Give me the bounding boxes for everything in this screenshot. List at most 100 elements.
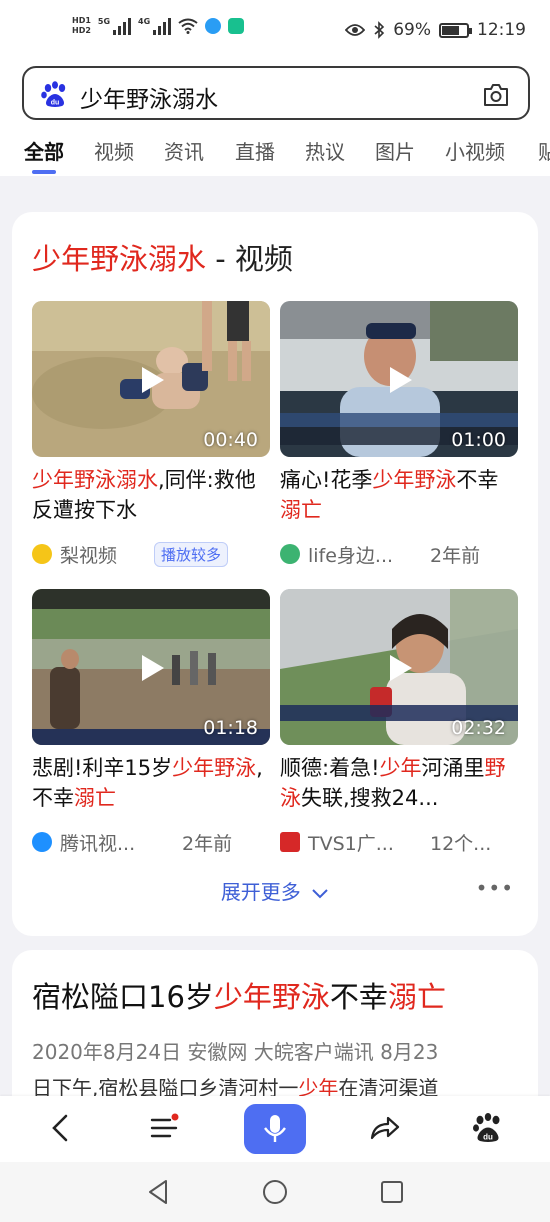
title-part: 河涌里 — [421, 756, 485, 780]
expand-more-button[interactable]: 展开更多 — [12, 876, 538, 905]
tab-video[interactable]: 视频 — [94, 136, 134, 165]
video-title[interactable]: 痛心!花季少年野泳不幸溺亡 — [280, 465, 518, 525]
article-meta: 2020年8月24日 安徽网 大皖客户端讯 8月23 — [32, 1040, 439, 1064]
video-title[interactable]: 悲剧!利辛15岁少年野泳,不幸溺亡 — [32, 753, 270, 813]
tvs1-channel-icon — [280, 832, 300, 852]
title-part: 痛心!花季 — [280, 468, 373, 492]
video-source: TVS1广... 12个... — [280, 827, 518, 857]
video-age: 2年前 — [182, 832, 233, 855]
title-part: 不幸 — [456, 468, 499, 492]
category-tabs: 全部 视频 资讯 直播 热议 图片 小视频 贴 — [0, 132, 550, 176]
play-icon[interactable] — [136, 364, 168, 396]
nav-back-icon[interactable] — [144, 1178, 172, 1206]
mic-icon — [264, 1115, 286, 1142]
signal-icon-2: 4G — [138, 17, 172, 35]
bluetooth-icon — [374, 21, 385, 39]
voice-search-button[interactable] — [244, 1104, 306, 1154]
article-title[interactable]: 宿松隘口16岁少年野泳不幸溺亡 — [32, 974, 446, 1016]
title-part: 少年野泳 — [172, 756, 257, 780]
nav-recents-icon[interactable] — [379, 1178, 405, 1206]
tab-all[interactable]: 全部 — [24, 136, 64, 165]
video-section-suffix: - 视频 — [206, 242, 293, 276]
source-name: 腾讯视... — [60, 832, 136, 855]
network-label-1: 5G — [97, 17, 111, 26]
video-thumbnail[interactable]: 01:18 — [32, 589, 270, 745]
ellipsis-icon[interactable]: ••• — [476, 876, 514, 900]
battery-icon — [439, 22, 472, 38]
app-notification-icon-2 — [228, 18, 245, 34]
video-source: life身边... 2年前 — [280, 539, 518, 569]
battery-fill — [442, 25, 459, 35]
app-header: HD1 HD2 5G 4G 69% 12:19 du 少年野泳溺水 全部 视频 … — [0, 0, 550, 176]
video-title[interactable]: 顺德:着急!少年河涌里野泳失联,搜救24... — [280, 753, 518, 813]
svg-text:du: du — [483, 1133, 493, 1142]
eye-icon — [345, 24, 366, 36]
camera-icon[interactable] — [482, 82, 510, 108]
app-notification-icon — [205, 18, 222, 34]
source-name: 梨视频 — [60, 544, 118, 567]
wifi-icon — [178, 18, 198, 34]
video-age: 2年前 — [430, 544, 481, 567]
popular-badge: 播放较多 — [154, 541, 229, 567]
pear-video-icon — [32, 544, 52, 564]
life-channel-icon — [280, 544, 300, 564]
tab-short-video[interactable]: 小视频 — [445, 136, 505, 165]
video-section-keyword: 少年野泳溺水 — [32, 242, 207, 276]
bottom-toolbar: du — [0, 1096, 550, 1162]
video-results-card: 少年野泳溺水 - 视频 00:40 少年野泳溺水,同伴:救他反遭按下水 梨视频 … — [12, 212, 538, 936]
active-tab-indicator — [32, 170, 56, 174]
menu-icon[interactable] — [146, 1110, 182, 1146]
video-title[interactable]: 少年野泳溺水,同伴:救他反遭按下水 — [32, 465, 270, 525]
source-name: life身边... — [308, 544, 394, 567]
network-label-2: 4G — [138, 17, 151, 26]
title-part: 少年野泳 — [372, 468, 457, 492]
back-icon[interactable] — [44, 1110, 80, 1146]
title-part: 少年野泳溺水 — [32, 468, 158, 492]
tab-tieba[interactable]: 贴 — [538, 136, 550, 165]
video-source: 腾讯视... 2年前 — [32, 827, 270, 857]
expand-more-label: 展开更多 — [220, 880, 301, 904]
share-icon[interactable] — [366, 1110, 402, 1146]
video-source: 梨视频 播放较多 — [32, 539, 270, 569]
baidu-home-icon[interactable]: du — [470, 1110, 506, 1146]
video-duration: 01:18 — [203, 717, 258, 739]
title-part: 宿松隘口16岁 — [32, 980, 214, 1014]
search-bar[interactable]: du 少年野泳溺水 — [22, 66, 530, 120]
video-duration: 00:40 — [203, 429, 258, 451]
chevron-down-icon — [312, 889, 328, 899]
title-part: 顺德:着急! — [280, 756, 380, 780]
play-icon[interactable] — [384, 364, 416, 396]
title-part: 失联,搜救24... — [301, 786, 439, 810]
video-thumbnail[interactable]: 02:32 — [280, 589, 518, 745]
video-duration: 01:00 — [451, 429, 506, 451]
video-age: 12个... — [430, 832, 492, 855]
play-icon[interactable] — [384, 652, 416, 684]
title-part: 溺亡 — [387, 980, 446, 1014]
system-nav-bar — [0, 1162, 550, 1222]
signal-icon: 5G — [97, 17, 132, 35]
svg-text:du: du — [51, 100, 60, 107]
title-part: 溺亡 — [280, 498, 322, 522]
video-thumbnail[interactable]: 00:40 — [32, 301, 270, 457]
tab-live[interactable]: 直播 — [235, 136, 275, 165]
title-part: 不幸 — [329, 980, 388, 1014]
video-thumbnail[interactable]: 01:00 — [280, 301, 518, 457]
source-name: TVS1广... — [308, 832, 394, 855]
search-input[interactable]: 少年野泳溺水 — [80, 80, 218, 114]
battery-percent: 69% — [393, 20, 431, 40]
hd-indicator-1: HD1 — [72, 16, 91, 25]
tab-news[interactable]: 资讯 — [164, 136, 204, 165]
video-section-title[interactable]: 少年野泳溺水 - 视频 — [32, 236, 293, 278]
tab-discussion[interactable]: 热议 — [305, 136, 345, 165]
title-part: 悲剧!利辛15岁 — [32, 756, 173, 780]
tencent-video-icon — [32, 832, 52, 852]
title-part: 少年野泳 — [213, 980, 330, 1014]
play-icon[interactable] — [136, 652, 168, 684]
tab-images[interactable]: 图片 — [375, 136, 415, 165]
title-part: 溺亡 — [74, 786, 116, 810]
hd-indicator-2: HD2 — [72, 26, 91, 35]
title-part: 少年 — [379, 756, 422, 780]
baidu-paw-icon: du — [41, 81, 66, 107]
clock: 12:19 — [477, 20, 526, 40]
nav-home-icon[interactable] — [261, 1178, 289, 1206]
